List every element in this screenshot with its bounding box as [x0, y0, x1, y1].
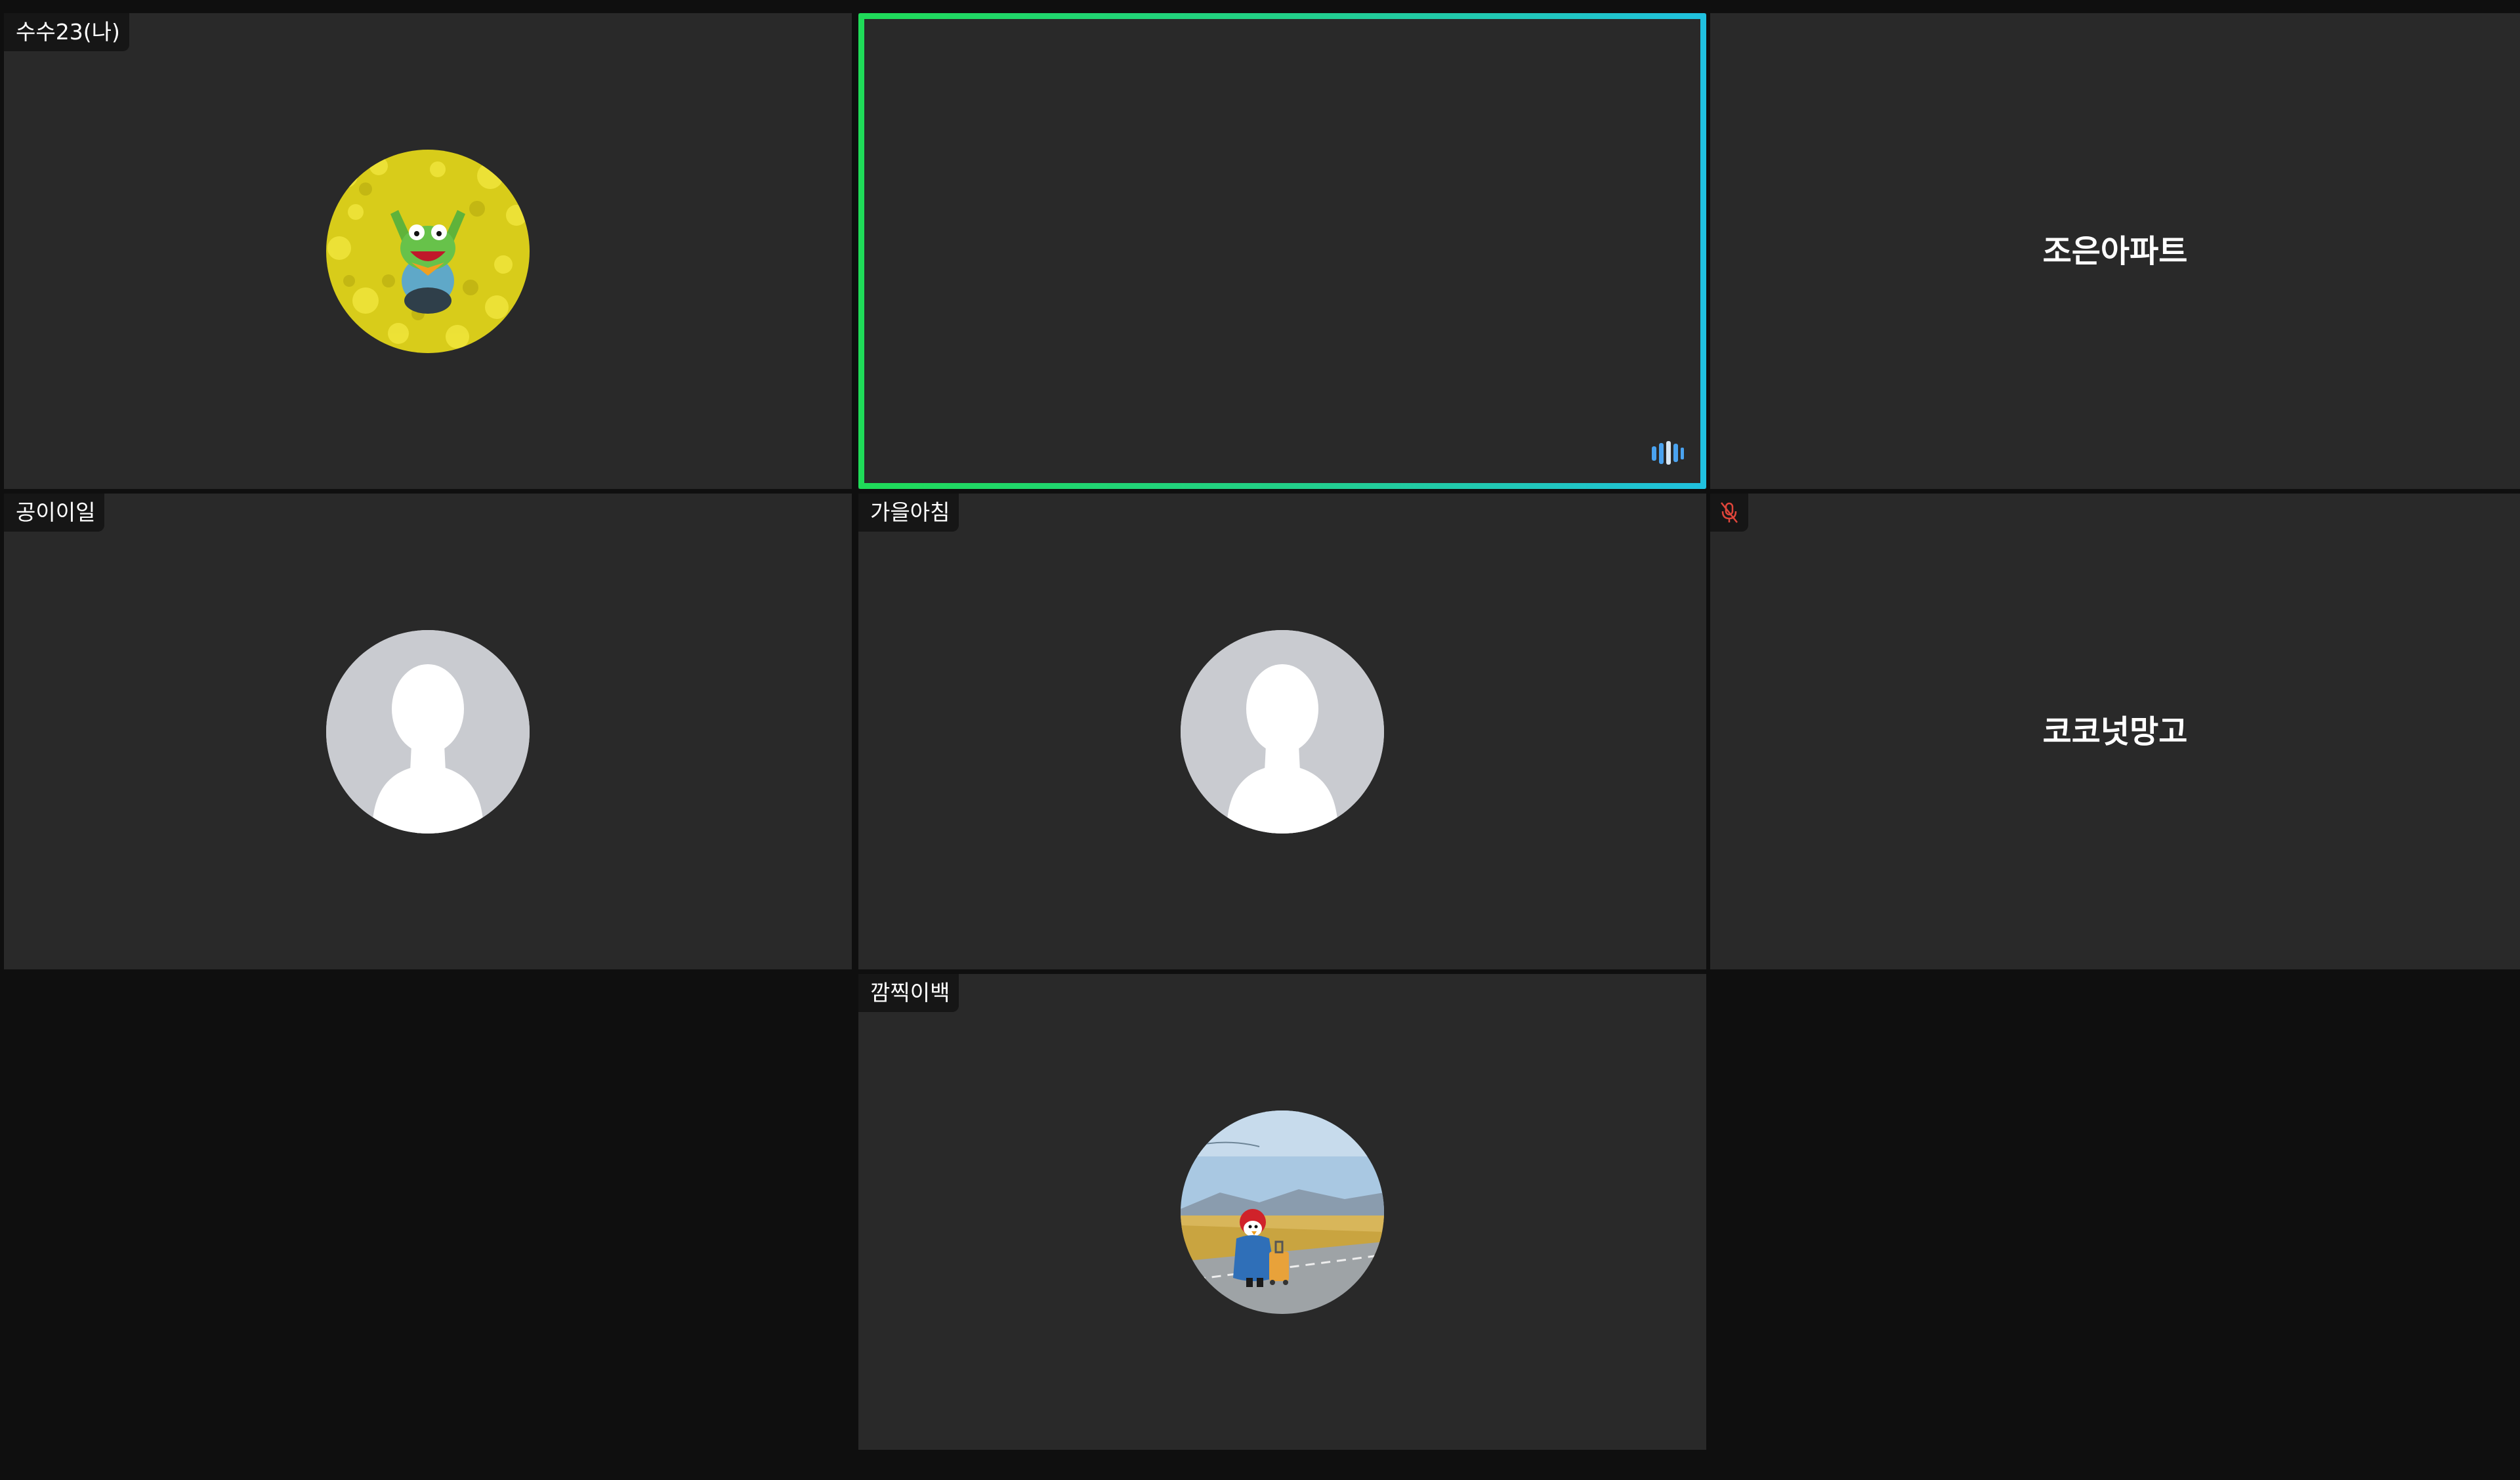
- participant-name-tag: 가을아침: [858, 494, 959, 532]
- participant-name-tag: 공이이일: [4, 494, 105, 532]
- kermit-frog-avatar: [326, 149, 530, 353]
- video-tile-jounapt[interactable]: 조은아파트: [1710, 13, 2520, 489]
- participant-name-tag: 수수23(나): [4, 13, 129, 51]
- participant-name-center: 코코넛망고: [2042, 713, 2188, 750]
- participant-name-center: 여행전날(호스트): [1166, 232, 1398, 270]
- meeting-gallery-view: 수수23(나) 여행전날(호스트) 조은아파트 공이이일 가을아침 코코넛망고 …: [0, 0, 2520, 1480]
- participant-name-center: 조은아파트: [2042, 232, 2188, 270]
- participant-name-tag: 깜찍이백: [858, 974, 959, 1012]
- video-tile-gaeulachim[interactable]: 가을아침: [858, 494, 1706, 969]
- video-tile-sousu23[interactable]: 수수23(나): [4, 13, 852, 489]
- video-tile-gongiiil[interactable]: 공이이일: [4, 494, 852, 969]
- video-tile-coconutmango[interactable]: 코코넛망고: [1710, 494, 2520, 969]
- person-silhouette-icon: [326, 629, 530, 834]
- empty-slot-right: [1710, 974, 2520, 1480]
- empty-slot-left: [0, 974, 854, 1480]
- penguin-traveler-avatar: [1181, 1110, 1384, 1314]
- person-silhouette-icon: [1181, 629, 1384, 834]
- video-tile-host-active-speaker[interactable]: 여행전날(호스트): [858, 13, 1706, 489]
- mic-muted-icon: [1710, 494, 1748, 532]
- video-tile-ggamjjikibaek[interactable]: 깜찍이백: [858, 974, 1706, 1450]
